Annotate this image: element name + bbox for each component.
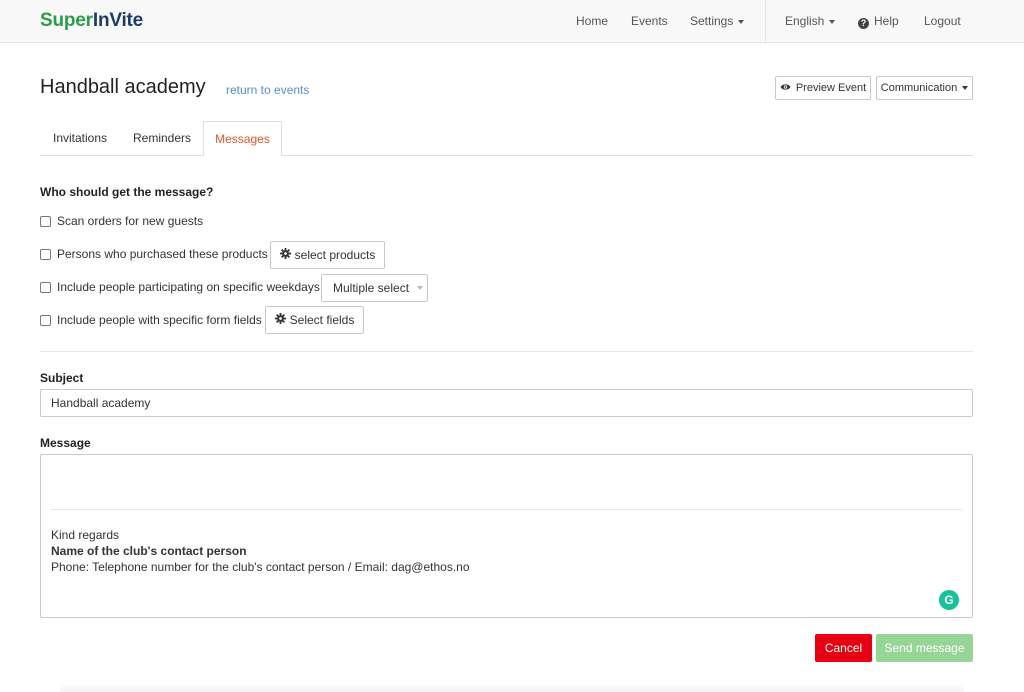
nav-logout[interactable]: Logout: [924, 14, 961, 28]
option-form-fields[interactable]: Include people with specific form fields: [40, 313, 262, 327]
communication-dropdown-button[interactable]: Communication: [876, 76, 973, 100]
nav-settings-label: Settings: [690, 14, 734, 28]
nav-events[interactable]: Events: [631, 14, 668, 28]
preview-event-button[interactable]: Preview Event: [775, 76, 871, 100]
option-purchased-products[interactable]: Persons who purchased these products: [40, 247, 268, 261]
option-form-fields-label: Include people with specific form fields: [57, 313, 262, 327]
signature-contact-name: Name of the club's contact person: [51, 544, 247, 558]
checkbox-form-fields[interactable]: [40, 314, 51, 326]
nav-language-label: English: [785, 14, 825, 28]
tabs-baseline: [40, 155, 973, 156]
select-products-button[interactable]: select products: [270, 241, 385, 269]
tab-messages[interactable]: Messages: [203, 121, 282, 156]
select-fields-label: Select fields: [289, 313, 355, 327]
checkbox-purchased-products[interactable]: [40, 248, 51, 260]
signature-contact-details: Phone: Telephone number for the club's c…: [51, 560, 470, 574]
nav-language-dropdown[interactable]: English: [785, 14, 836, 28]
option-scan-orders-label: Scan orders for new guests: [57, 214, 204, 228]
chevron-down-icon: [738, 19, 745, 24]
brand-logo-part2: InVite: [92, 10, 144, 31]
communication-label: Communication: [880, 82, 958, 94]
page-title: Handball academy: [40, 76, 206, 98]
option-scan-orders[interactable]: Scan orders for new guests: [40, 214, 203, 228]
signature-separator: [51, 509, 962, 510]
nav-divider: [765, 0, 766, 42]
question-circle-icon: ?: [858, 18, 869, 29]
message-editor[interactable]: Kind regards Name of the club's contact …: [40, 454, 973, 618]
recipients-heading: Who should get the message?: [40, 185, 214, 199]
preview-event-label: Preview Event: [795, 82, 867, 94]
nav-help-label: Help: [874, 14, 899, 28]
checkbox-scan-orders[interactable]: [40, 215, 51, 227]
signature-greeting: Kind regards: [51, 528, 120, 542]
tab-reminders[interactable]: Reminders: [133, 131, 191, 145]
chevron-down-icon: [417, 286, 424, 290]
nav-help[interactable]: ? Help: [858, 14, 899, 29]
message-label: Message: [40, 436, 91, 450]
eye-icon: [780, 82, 791, 94]
subject-input[interactable]: [40, 389, 973, 417]
page-bottom-shadow: [60, 684, 964, 692]
brand-logo[interactable]: SuperInVite: [40, 10, 143, 32]
option-weekdays[interactable]: Include people participating on specific…: [40, 280, 320, 294]
nav-home[interactable]: Home: [576, 14, 608, 28]
subject-label: Subject: [40, 371, 84, 385]
gear-icon: [274, 313, 286, 327]
checkbox-weekdays[interactable]: [40, 281, 51, 293]
chevron-down-icon: [962, 86, 969, 90]
section-divider: [40, 351, 973, 352]
grammarly-icon[interactable]: G: [939, 590, 959, 610]
option-purchased-products-label: Persons who purchased these products: [57, 247, 268, 261]
weekdays-multiselect[interactable]: Multiple select: [321, 274, 428, 302]
return-to-events-link[interactable]: return to events: [226, 83, 309, 97]
tab-messages-label: Messages: [215, 131, 270, 146]
option-weekdays-label: Include people participating on specific…: [57, 280, 320, 294]
chevron-down-icon: [829, 19, 836, 24]
select-fields-button[interactable]: Select fields: [265, 306, 364, 334]
brand-logo-part1: Super: [40, 10, 93, 31]
send-message-button[interactable]: Send message: [876, 634, 973, 662]
gear-icon: [279, 248, 291, 262]
nav-settings-dropdown[interactable]: Settings: [690, 14, 745, 28]
top-navbar: SuperInVite Home Events Settings English…: [0, 0, 1024, 43]
tab-invitations[interactable]: Invitations: [53, 131, 107, 145]
cancel-button[interactable]: Cancel: [815, 634, 872, 662]
select-products-label: select products: [294, 248, 376, 262]
weekdays-multiselect-label: Multiple select: [333, 281, 410, 295]
